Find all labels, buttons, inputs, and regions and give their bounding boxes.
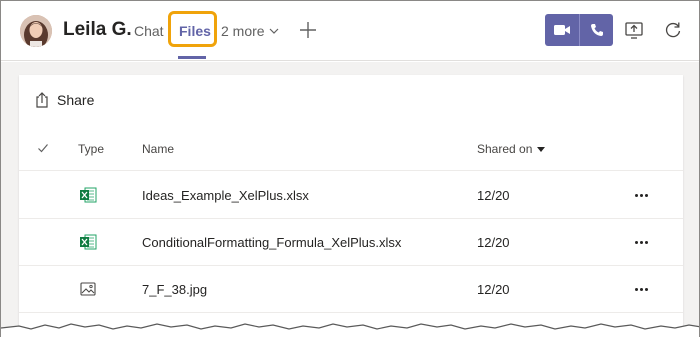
- image-icon: [80, 282, 96, 296]
- column-header-name[interactable]: Name: [142, 142, 174, 156]
- more-options-icon[interactable]: [631, 279, 651, 299]
- tab-more-dropdown[interactable]: 2 more: [221, 23, 279, 39]
- shared-date: 12/20: [477, 188, 510, 203]
- column-header-type[interactable]: Type: [78, 142, 104, 156]
- window-frame: Leila G. Chat Files 2 more Share Type Na…: [0, 0, 700, 337]
- torn-edge-decoration: [1, 323, 699, 337]
- excel-icon: [80, 187, 97, 203]
- shared-date: 12/20: [477, 235, 510, 250]
- shared-date: 12/20: [477, 282, 510, 297]
- call-button-group: [545, 14, 613, 46]
- video-call-button[interactable]: [545, 14, 579, 46]
- chat-header: Leila G. Chat Files 2 more: [1, 1, 699, 61]
- table-row[interactable]: ConditionalFormatting_Formula_XelPlus.xl…: [19, 219, 683, 265]
- file-name[interactable]: ConditionalFormatting_Formula_XelPlus.xl…: [142, 235, 401, 250]
- file-name[interactable]: Ideas_Example_XelPlus.xlsx: [142, 188, 309, 203]
- select-all-check-icon[interactable]: [37, 142, 49, 154]
- plus-icon[interactable]: [297, 19, 319, 41]
- share-screen-icon[interactable]: [623, 19, 645, 41]
- row-divider: [19, 170, 683, 171]
- audio-call-button[interactable]: [579, 14, 613, 46]
- share-label: Share: [57, 92, 95, 108]
- table-row[interactable]: 7_F_38.jpg 12/20: [19, 266, 683, 312]
- phone-call-icon: [590, 24, 603, 36]
- share-button[interactable]: Share: [35, 89, 94, 111]
- more-options-icon[interactable]: [631, 185, 651, 205]
- tab-chat[interactable]: Chat: [134, 23, 164, 39]
- video-call-icon: [554, 25, 570, 35]
- table-row[interactable]: Ideas_Example_XelPlus.xlsx 12/20: [19, 172, 683, 218]
- shared-on-label: Shared on: [477, 142, 533, 156]
- contact-name: Leila G.: [63, 19, 132, 40]
- more-options-icon[interactable]: [631, 232, 651, 252]
- column-header-shared-on[interactable]: Shared on: [477, 142, 546, 156]
- file-name[interactable]: 7_F_38.jpg: [142, 282, 207, 297]
- refresh-icon[interactable]: [662, 19, 684, 41]
- chevron-down-icon: [269, 28, 279, 34]
- sort-descending-icon: [537, 146, 546, 152]
- tab-files[interactable]: Files: [179, 23, 211, 39]
- excel-icon: [80, 234, 97, 250]
- row-divider: [19, 312, 683, 313]
- tab-more-label: 2 more: [221, 23, 265, 39]
- share-icon: [36, 92, 48, 108]
- active-tab-underline: [178, 56, 206, 59]
- avatar[interactable]: [20, 15, 52, 47]
